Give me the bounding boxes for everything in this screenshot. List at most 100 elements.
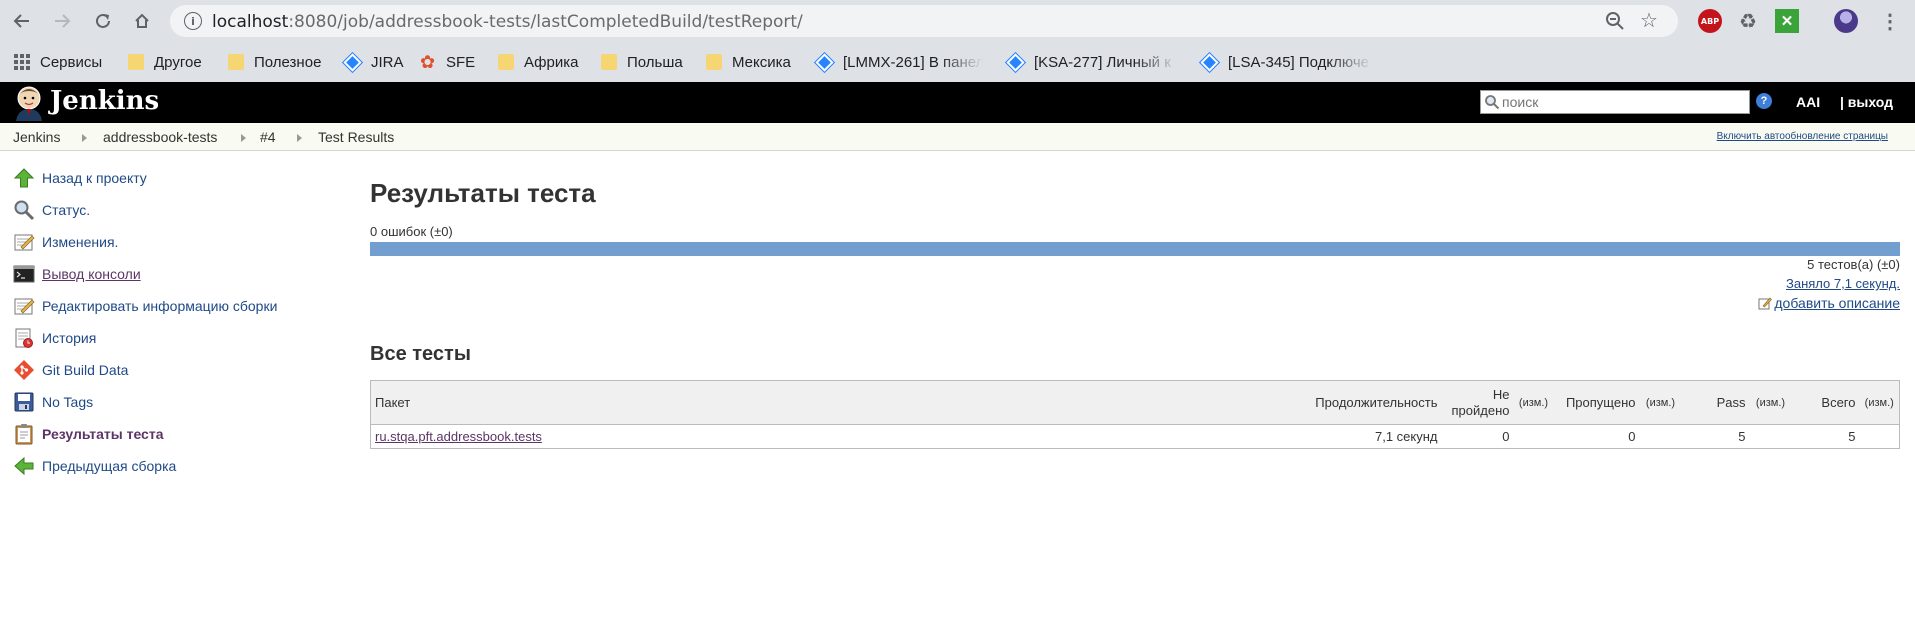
- package-cell: ru.stqa.pft.addressbook.tests: [371, 425, 1297, 449]
- left-arrow-icon: [12, 454, 36, 478]
- column-duration[interactable]: Продолжительность: [1296, 380, 1442, 425]
- bookmark-useful[interactable]: Полезное: [228, 50, 321, 74]
- breadcrumb-jenkins[interactable]: Jenkins: [13, 129, 60, 145]
- bookmark-lmmx-261[interactable]: [LMMX-261] В панел: [813, 50, 983, 74]
- bookmark-label: SFE: [446, 53, 476, 71]
- forward-arrow-icon[interactable]: [48, 7, 76, 35]
- add-description-label[interactable]: добавить описание: [1774, 295, 1900, 311]
- jenkins-logo-icon[interactable]: [12, 85, 46, 121]
- jenkins-header: Jenkins ? AAI | выход: [0, 82, 1915, 123]
- bookmark-lsa-345[interactable]: [LSA-345] Подключе: [1198, 50, 1372, 74]
- table-header-row: Пакет Продолжительность Не пройдено (изм.…: [370, 380, 1900, 425]
- jira-icon: [1198, 51, 1221, 73]
- failed-cell: 0: [1502, 429, 1510, 444]
- bookmark-ksa-277[interactable]: [KSA-277] Личный к: [1004, 50, 1178, 74]
- bookmark-sfe[interactable]: ✿ SFE: [420, 50, 475, 74]
- pass-delta-cell: [1750, 425, 1792, 449]
- back-arrow-icon[interactable]: [8, 7, 36, 35]
- bookmarks-bar: Сервисы Другое Полезное JIRA ✿ SFE Африк…: [0, 42, 1915, 82]
- excel-extension-icon[interactable]: ✕: [1775, 9, 1799, 33]
- browser-menu-icon[interactable]: ⋮: [1878, 9, 1902, 33]
- search-input[interactable]: [1502, 92, 1749, 112]
- notepad-icon: [12, 230, 36, 254]
- search-icon: [1484, 94, 1500, 110]
- task-label[interactable]: Назад к проекту: [42, 170, 147, 186]
- clipboard-icon: [12, 422, 36, 446]
- task-label[interactable]: Результаты теста: [42, 426, 164, 442]
- task-changes[interactable]: Изменения.: [12, 230, 118, 254]
- breadcrumb-separator-icon[interactable]: [297, 134, 302, 142]
- task-console-output[interactable]: Вывод консоли: [12, 262, 141, 286]
- bookmark-poland[interactable]: Польша: [601, 50, 683, 74]
- package-link[interactable]: ru.stqa.pft.addressbook.tests: [375, 429, 542, 444]
- task-test-results[interactable]: Результаты теста: [12, 422, 164, 446]
- logout-link[interactable]: | выход: [1840, 94, 1893, 110]
- column-pass-delta[interactable]: (изм.): [1749, 380, 1792, 425]
- help-icon[interactable]: ?: [1756, 93, 1772, 109]
- enable-autorefresh-link[interactable]: Включить автообновление страницы: [1717, 131, 1888, 142]
- task-label[interactable]: Изменения.: [42, 234, 118, 250]
- bookmark-star-icon[interactable]: ☆: [1640, 8, 1658, 33]
- breadcrumb-separator-icon[interactable]: [82, 134, 87, 142]
- task-label[interactable]: Редактировать информацию сборки: [42, 298, 277, 314]
- task-git-build-data[interactable]: Git Build Data: [12, 358, 128, 382]
- bookmark-services[interactable]: Сервисы: [14, 50, 102, 74]
- task-no-tags[interactable]: No Tags: [12, 390, 93, 414]
- test-result-bar: [370, 242, 1900, 256]
- task-back-to-project[interactable]: Назад к проекту: [12, 166, 147, 190]
- task-history[interactable]: История: [12, 326, 96, 350]
- column-failed[interactable]: Не пройдено: [1441, 380, 1514, 425]
- bookmark-label: [LMMX-261] В панел: [843, 53, 983, 71]
- add-description-link[interactable]: добавить описание: [1758, 295, 1900, 311]
- task-label[interactable]: Вывод консоли: [42, 266, 141, 282]
- task-previous-build[interactable]: Предыдущая сборка: [12, 454, 176, 478]
- bookmark-label: Полезное: [254, 53, 322, 71]
- jenkins-title[interactable]: Jenkins: [50, 86, 159, 116]
- breadcrumb-build[interactable]: #4: [260, 129, 276, 145]
- home-icon[interactable]: [128, 7, 156, 35]
- bookmark-label: JIRA: [371, 53, 404, 71]
- bookmark-jira[interactable]: JIRA: [341, 50, 404, 74]
- breadcrumb-job[interactable]: addressbook-tests: [103, 129, 217, 145]
- column-failed-delta[interactable]: (изм.): [1513, 380, 1554, 425]
- column-failed-line1: Не: [1492, 386, 1510, 402]
- zoom-icon[interactable]: [1604, 10, 1626, 32]
- user-link[interactable]: AAI: [1796, 94, 1820, 110]
- bookmark-mexico[interactable]: Мексика: [706, 50, 791, 74]
- folder-icon: [498, 54, 514, 70]
- search-box[interactable]: [1480, 90, 1750, 114]
- task-label[interactable]: История: [42, 330, 96, 346]
- adblock-icon[interactable]: ABP: [1698, 9, 1722, 33]
- site-info-icon[interactable]: i: [184, 12, 202, 30]
- task-status[interactable]: Статус.: [12, 198, 90, 222]
- column-package[interactable]: Пакет: [370, 380, 1297, 425]
- bookmark-label: Другое: [154, 53, 202, 71]
- column-total[interactable]: Всего: [1791, 380, 1860, 425]
- column-pass[interactable]: Pass: [1681, 380, 1750, 425]
- task-label[interactable]: Git Build Data: [42, 362, 128, 378]
- bookmark-other[interactable]: Другое: [128, 50, 202, 74]
- reload-icon[interactable]: [89, 7, 117, 35]
- recycle-extension-icon[interactable]: ♻: [1736, 9, 1760, 33]
- column-skipped[interactable]: Пропущено: [1553, 380, 1640, 425]
- sfe-icon: ✿: [420, 52, 436, 72]
- browser-toolbar: i localhost:8080/job/addressbook-tests/l…: [0, 0, 1915, 42]
- task-label[interactable]: Статус.: [42, 202, 90, 218]
- bookmark-label: Польша: [627, 53, 683, 71]
- profile-avatar[interactable]: [1834, 9, 1858, 33]
- address-bar[interactable]: i localhost:8080/job/addressbook-tests/l…: [170, 5, 1678, 37]
- url-text[interactable]: localhost:8080/job/addressbook-tests/las…: [212, 12, 803, 32]
- bookmark-label: [KSA-277] Личный к: [1034, 53, 1171, 71]
- total-tests: 5 тестов(а) (±0): [1807, 257, 1900, 272]
- breadcrumb-test-results[interactable]: Test Results: [318, 129, 394, 145]
- task-label[interactable]: Предыдущая сборка: [42, 458, 176, 474]
- duration-link[interactable]: Заняло 7,1 секунд.: [1786, 276, 1900, 291]
- page-title: Результаты теста: [370, 178, 596, 208]
- breadcrumb-separator-icon[interactable]: [241, 134, 246, 142]
- column-total-delta[interactable]: (изм.): [1859, 380, 1900, 425]
- task-edit-build-info[interactable]: Редактировать информацию сборки: [12, 294, 277, 318]
- pass-cell: 5: [1738, 429, 1746, 444]
- column-skipped-delta[interactable]: (изм.): [1639, 380, 1682, 425]
- bookmark-africa[interactable]: Африка: [498, 50, 578, 74]
- task-label[interactable]: No Tags: [42, 394, 93, 410]
